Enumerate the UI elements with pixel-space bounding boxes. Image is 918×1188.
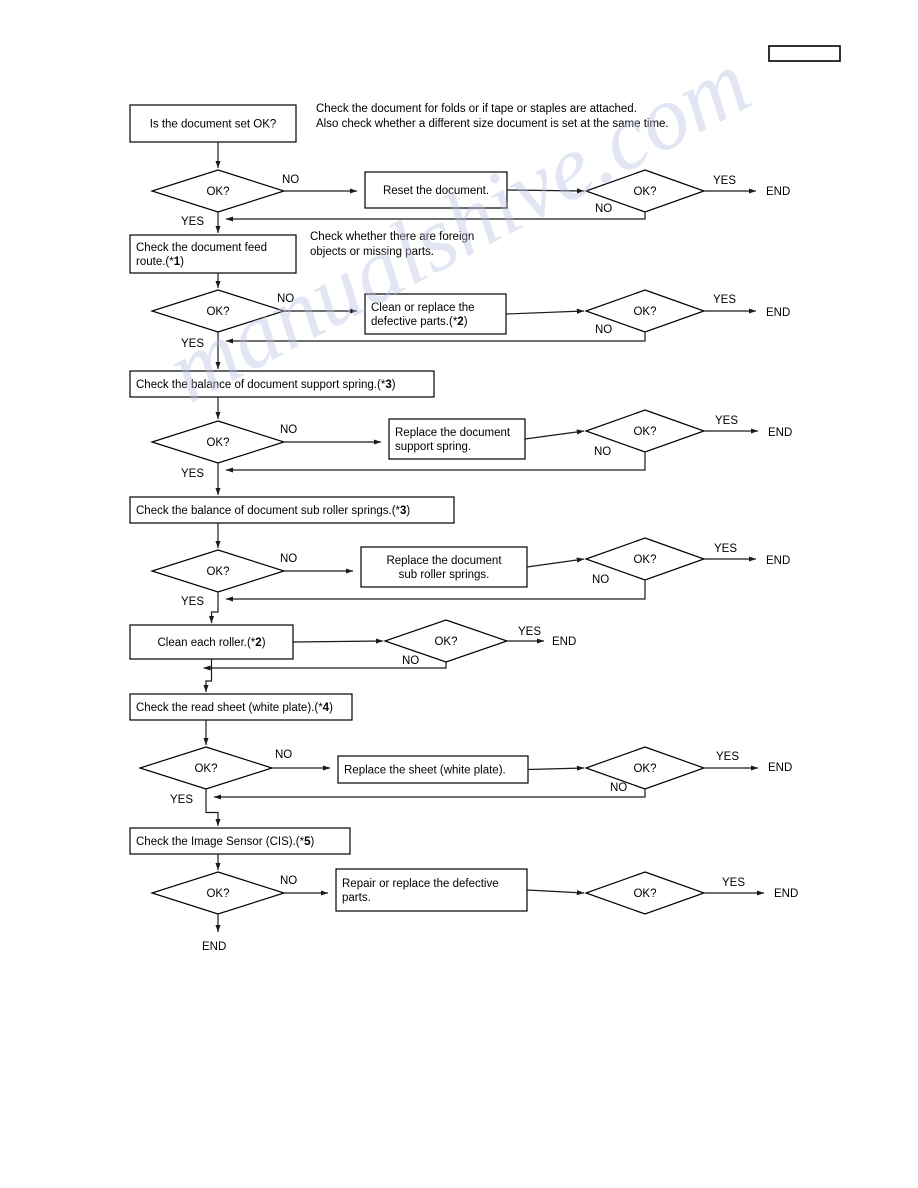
action-reset-document-to-decision-edge bbox=[506, 188, 585, 194]
flowchart-canvas: manualshive.com Check the document for f… bbox=[0, 0, 918, 1188]
stage-clean-rollers-to-stage-read-sheet-edge bbox=[203, 668, 213, 693]
decision-clean-rollers-ok-yes-label: YES bbox=[518, 626, 541, 638]
action-replace-sub-roller-springs-label: sub roller springs. bbox=[399, 569, 490, 581]
decision-repair-parts-ok-label: OK? bbox=[633, 888, 656, 900]
decision-support-spring-yes-label: YES bbox=[181, 468, 204, 480]
action-replace-support-spring-label: support spring. bbox=[395, 441, 471, 453]
decision-clean-parts-ok-no-label: NO bbox=[595, 324, 612, 336]
process-check-read-sheet-label: Check the read sheet (white plate).(*4) bbox=[136, 702, 333, 714]
decision-support-spring-no-label: NO bbox=[280, 424, 297, 436]
header-box bbox=[768, 45, 841, 62]
decision-image-sensor-no-label: NO bbox=[280, 875, 297, 887]
decision-reset-ok-label: OK? bbox=[633, 186, 656, 198]
process-check-feed-route-label: Check the document feed bbox=[136, 242, 267, 254]
decision-reset-ok-no-edge bbox=[225, 212, 646, 222]
decision-clean-rollers-ok-in-edge bbox=[292, 638, 384, 644]
end-sub-roller-springs: END bbox=[766, 555, 790, 567]
decision-reset-ok-no-label: NO bbox=[595, 203, 612, 215]
decision-replace-sub-roller-ok-no-label: NO bbox=[592, 574, 609, 586]
decision-replace-support-ok-label: OK? bbox=[633, 426, 656, 438]
process-check-image-sensor-label: Check the Image Sensor (CIS).(*5) bbox=[136, 836, 315, 848]
end-repair-parts: END bbox=[774, 888, 798, 900]
decision-reset-ok-yes-label: YES bbox=[713, 175, 736, 187]
decision-document-set-label: OK? bbox=[206, 186, 229, 198]
action-replace-support-spring[interactable] bbox=[388, 418, 526, 460]
end-clean-rollers: END bbox=[552, 636, 576, 648]
action-repair-replace-parts-label: Repair or replace the defective bbox=[342, 878, 499, 890]
action-replace-sub-roller-springs[interactable] bbox=[360, 546, 528, 588]
decision-clean-rollers-ok-no-label: NO bbox=[402, 655, 419, 667]
decision-sub-roller-springs-label: OK? bbox=[206, 566, 229, 578]
decision-read-sheet-no-label: NO bbox=[275, 749, 292, 761]
action-clean-replace-parts-to-decision-edge bbox=[505, 308, 585, 315]
decision-document-set-yes-label: YES bbox=[181, 216, 204, 228]
decision-sub-roller-springs-yes-label: YES bbox=[181, 596, 204, 608]
action-repair-replace-parts[interactable] bbox=[335, 868, 528, 912]
flowchart-svg: Check the document for folds or if tape … bbox=[129, 45, 841, 953]
decision-document-set-no-label: NO bbox=[282, 174, 299, 186]
decision-feed-route-yes-label: YES bbox=[181, 338, 204, 350]
process-clean-each-roller-label: Clean each roller.(*2) bbox=[157, 637, 265, 649]
decision-image-sensor-label: OK? bbox=[206, 888, 229, 900]
decision-replace-support-ok-no-label: NO bbox=[594, 446, 611, 458]
decision-clean-rollers-ok-label: OK? bbox=[434, 636, 457, 648]
process-check-sub-roller-springs-label: Check the balance of document sub roller… bbox=[136, 505, 410, 517]
decision-replace-support-ok-yes-label: YES bbox=[715, 415, 738, 427]
decision-replace-sheet-ok-no-edge bbox=[213, 789, 646, 800]
end-document-set: END bbox=[766, 186, 790, 198]
end-read-sheet: END bbox=[768, 762, 792, 774]
stage-sub-roller-springs-to-stage-clean-rollers-edge bbox=[208, 599, 219, 624]
action-replace-support-spring-label: Replace the document bbox=[395, 427, 511, 439]
note-feed-route-line: Check whether there are foreign bbox=[310, 231, 474, 243]
action-replace-sheet-label: Replace the sheet (white plate). bbox=[344, 765, 506, 777]
action-clean-replace-parts[interactable] bbox=[364, 293, 507, 335]
note-document-set-line: Also check whether a different size docu… bbox=[316, 118, 669, 130]
action-replace-support-spring-to-decision-edge bbox=[524, 429, 585, 440]
decision-replace-sheet-ok-label: OK? bbox=[633, 763, 656, 775]
decision-sub-roller-springs-no-label: NO bbox=[280, 553, 297, 565]
decision-replace-sub-roller-ok-label: OK? bbox=[633, 554, 656, 566]
action-clean-replace-parts-label: defective parts.(*2) bbox=[371, 316, 468, 328]
action-reset-document-label: Reset the document. bbox=[383, 185, 489, 197]
decision-read-sheet-label: OK? bbox=[194, 763, 217, 775]
decision-clean-parts-ok-yes-label: YES bbox=[713, 294, 736, 306]
stage-read-sheet-to-stage-image-sensor-edge bbox=[205, 797, 221, 827]
end-support-spring: END bbox=[768, 427, 792, 439]
note-feed-route-line: objects or missing parts. bbox=[310, 246, 434, 258]
decision-replace-sheet-ok-no-label: NO bbox=[610, 782, 627, 794]
decision-replace-sub-roller-ok-yes-label: YES bbox=[714, 543, 737, 555]
note-document-set-line: Check the document for folds or if tape … bbox=[316, 103, 637, 115]
action-replace-sheet-to-decision-edge bbox=[527, 765, 585, 771]
action-clean-replace-parts-label: Clean or replace the bbox=[371, 302, 475, 314]
decision-feed-route-no-label: NO bbox=[277, 293, 294, 305]
process-check-feed-route-label: route.(*1) bbox=[136, 256, 184, 268]
process-is-document-set-label: Is the document set OK? bbox=[150, 119, 277, 131]
action-repair-replace-parts-to-decision-edge bbox=[526, 889, 585, 896]
decision-support-spring-label: OK? bbox=[206, 437, 229, 449]
action-replace-sub-roller-springs-to-decision-edge bbox=[526, 557, 585, 568]
action-repair-replace-parts-label: parts. bbox=[342, 892, 371, 904]
end-final: END bbox=[202, 941, 226, 953]
process-check-support-spring-label: Check the balance of document support sp… bbox=[136, 379, 396, 391]
decision-read-sheet-yes-label: YES bbox=[170, 794, 193, 806]
decision-feed-route-label: OK? bbox=[206, 306, 229, 318]
decision-replace-sheet-ok-yes-label: YES bbox=[716, 751, 739, 763]
end-feed-route: END bbox=[766, 307, 790, 319]
action-replace-sub-roller-springs-label: Replace the document bbox=[386, 555, 502, 567]
decision-clean-parts-ok-label: OK? bbox=[633, 306, 656, 318]
decision-repair-parts-ok-yes-label: YES bbox=[722, 877, 745, 889]
